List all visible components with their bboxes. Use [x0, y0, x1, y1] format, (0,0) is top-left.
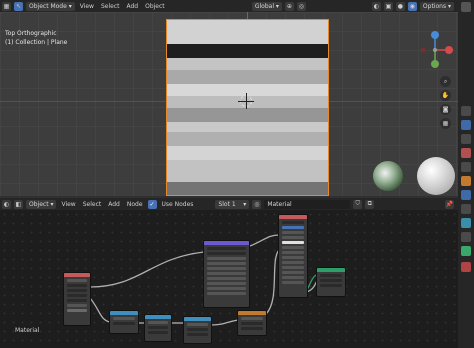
node-header [279, 215, 307, 219]
texture-node[interactable] [203, 240, 250, 308]
texture-coordinate-node[interactable] [63, 272, 91, 326]
mode-dropdown[interactable]: Object Mode ▾ [26, 1, 75, 11]
collection-label: (1) Collection | Plane [5, 39, 68, 46]
orientation-dropdown[interactable]: Global ▾ [251, 1, 282, 11]
node-editor-header: ◐ ◧ Object ▾ View Select Add Node ✓ Use … [0, 198, 458, 210]
view-name-label: Top Orthographic [5, 30, 57, 37]
render-tab-icon[interactable] [461, 106, 471, 116]
output-tab-icon[interactable] [461, 120, 471, 130]
constraints-tab-icon[interactable] [461, 232, 471, 242]
zoom-icon[interactable]: ⌕ [440, 76, 451, 87]
node-header [317, 268, 345, 272]
material-name-label: Material [267, 200, 292, 208]
3d-cursor-icon[interactable] [238, 93, 254, 109]
math-node[interactable] [183, 316, 212, 344]
pin-icon[interactable]: 📌 [445, 199, 454, 209]
node-header [110, 311, 138, 315]
separate-xyz-node[interactable] [144, 314, 172, 342]
mapping-node[interactable] [109, 310, 139, 334]
shader-type-dropdown[interactable]: Object ▾ [26, 199, 57, 209]
node-header [238, 311, 266, 315]
view-layer-tab-icon[interactable] [461, 134, 471, 144]
slot-dropdown[interactable]: Slot 1 ▾ [215, 199, 250, 209]
navigation-gizmo[interactable] [420, 30, 454, 70]
material-preview-sphere [417, 157, 455, 195]
scene-tab-icon[interactable] [461, 148, 471, 158]
menu-object[interactable]: Object [143, 3, 167, 10]
node-editor-canvas[interactable]: Material [0, 210, 458, 348]
node-tree-label: Material [15, 327, 40, 334]
object-tab-icon[interactable] [461, 176, 471, 186]
mode-label: Object Mode [29, 2, 67, 10]
orientation-label: Global [254, 2, 274, 10]
material-tab-icon[interactable] [461, 262, 471, 272]
node-menu-add[interactable]: Add [106, 201, 122, 208]
properties-tabs [458, 0, 474, 348]
menu-select[interactable]: Select [99, 3, 122, 10]
node-menu-select[interactable]: Select [81, 201, 104, 208]
physics-tab-icon[interactable] [461, 218, 471, 228]
material-browse-icon[interactable]: ◎ [252, 199, 262, 209]
use-nodes-checkbox[interactable]: ✓ [147, 199, 157, 209]
proportional-icon[interactable]: ◎ [296, 1, 306, 11]
striped-plane[interactable] [166, 19, 329, 196]
viewport-header: ▦ ↖ Object Mode ▾ View Select Add Object… [0, 0, 458, 12]
grid-view-icon[interactable]: ▦ [440, 118, 451, 129]
fake-user-icon[interactable]: ⛉ [353, 199, 363, 209]
modifier-tab-icon[interactable] [461, 190, 471, 200]
menu-view[interactable]: View [78, 3, 96, 10]
node-header [184, 317, 211, 321]
snap-icon[interactable]: ⊕ [284, 1, 294, 11]
xray-icon[interactable]: ▣ [383, 1, 393, 11]
principled-bsdf-node[interactable] [278, 214, 308, 298]
menu-add[interactable]: Add [124, 3, 140, 10]
world-tab-icon[interactable] [461, 162, 471, 172]
node-header [64, 273, 90, 277]
node-editor-type-icon[interactable]: ◐ [2, 199, 11, 209]
editor-type-icon[interactable]: ▦ [2, 1, 11, 11]
options-label: Options [422, 2, 447, 10]
particles-tab-icon[interactable] [461, 204, 471, 214]
use-nodes-label: Use Nodes [161, 200, 194, 208]
3d-viewport[interactable]: Top Orthographic (1) Collection | Plane … [0, 12, 458, 196]
camera-icon[interactable]: ◙ [440, 104, 451, 115]
hdri-preview-sphere [373, 161, 403, 191]
shader-type-label: Object [29, 200, 49, 208]
node-menu-node[interactable]: Node [125, 201, 145, 208]
material-output-node[interactable] [316, 267, 346, 297]
new-material-icon[interactable]: ⧉ [365, 199, 375, 209]
tool-tab-icon[interactable] [461, 2, 471, 12]
shading-solid-icon[interactable]: ● [395, 1, 405, 11]
color-ramp-node[interactable] [237, 310, 267, 336]
select-tool-icon[interactable]: ↖ [14, 1, 23, 11]
material-name-field[interactable]: Material [264, 199, 351, 209]
node-header [204, 241, 249, 245]
hand-icon[interactable]: ✋ [440, 90, 451, 101]
overlay-icon[interactable]: ◐ [371, 1, 381, 11]
data-tab-icon[interactable] [461, 246, 471, 256]
node-header [145, 315, 171, 319]
slot-label: Slot 1 [218, 200, 236, 208]
options-dropdown[interactable]: Options ▾ [419, 1, 454, 11]
shader-type-icon[interactable]: ◧ [14, 199, 23, 209]
shading-material-icon[interactable]: ◉ [407, 1, 417, 11]
node-menu-view[interactable]: View [59, 201, 77, 208]
